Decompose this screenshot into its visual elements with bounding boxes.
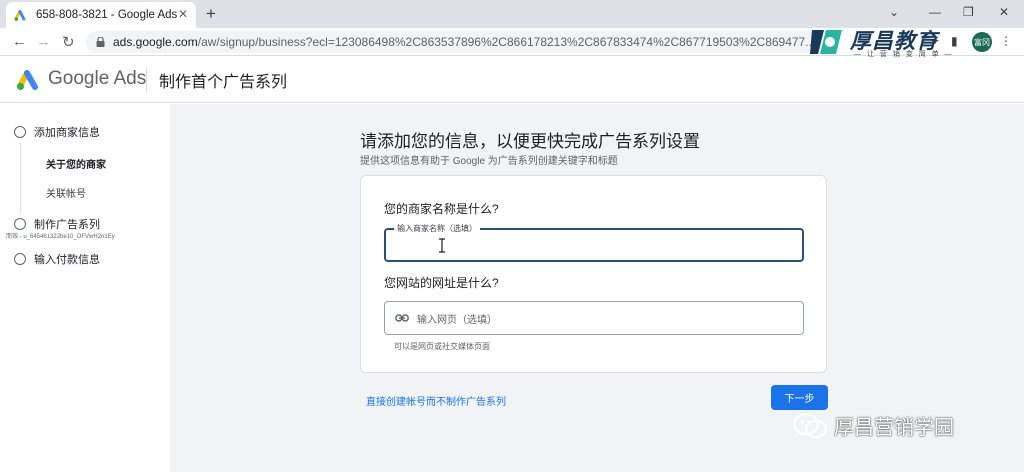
menu-icon[interactable]: ⋮	[1000, 34, 1012, 48]
brand-name: Google Ads	[48, 68, 147, 89]
chevron-down-icon[interactable]: ⌄	[889, 5, 899, 19]
step-circle-icon	[14, 126, 26, 138]
new-tab-icon[interactable]: +	[206, 4, 216, 24]
url-field[interactable]: ads.google.com /aw/signup/business?ecl=1…	[86, 31, 826, 53]
header-divider	[146, 67, 147, 93]
google-ads-favicon-icon	[14, 10, 26, 21]
reload-icon[interactable]: ↻	[62, 33, 75, 51]
lock-icon	[96, 37, 105, 47]
sidebar-step-payment[interactable]: 输入付款信息	[14, 251, 100, 267]
main-subtitle: 提供这项信息有助于 Google 为广告系列创建关键字和标题	[360, 156, 618, 167]
browser-tab[interactable]: 658-808-3821 - Google Ads ✕	[6, 2, 196, 28]
minimize-icon[interactable]: —	[929, 5, 941, 19]
tab-title: 658-808-3821 - Google Ads	[36, 9, 178, 21]
business-name-input[interactable]: 输入商家名称（选填）	[384, 223, 804, 262]
google-ads-logo-icon	[17, 70, 38, 90]
main-title: 请添加您的信息，以便更快完成广告系列设置	[360, 132, 700, 151]
page-title: 制作首个广告系列	[159, 74, 288, 91]
watermark-bottom: 厚昌营销学园	[792, 411, 954, 440]
watermark-bottom-text: 厚昌营销学园	[834, 417, 954, 439]
website-url-placeholder: 输入网页（选填）	[417, 314, 497, 326]
watermark-logo: 厚昌教育 — 让 营 销 变 简 单 —	[808, 26, 988, 60]
step-connector	[20, 143, 21, 213]
sidebar-step-business-info[interactable]: 添加商家信息	[14, 124, 100, 140]
step-label: 添加商家信息	[34, 127, 100, 139]
close-window-icon[interactable]: ✕	[999, 5, 1009, 19]
sidebar-step-create-campaign[interactable]: 制作广告系列	[14, 216, 100, 232]
text-cursor-icon	[439, 238, 445, 253]
next-button[interactable]: 下一步	[771, 385, 828, 410]
account-id-text: 而效 - u_645461322be10_OFVwH2n1Ey	[6, 234, 115, 240]
website-url-input[interactable]: 输入网页（选填）	[384, 301, 804, 335]
app-header: Google Ads 制作首个广告系列	[0, 57, 1024, 103]
step-label: 制作广告系列	[34, 219, 100, 231]
url-host: ads.google.com	[113, 35, 198, 49]
skip-campaign-link[interactable]: 直接创建帐号而不制作广告系列	[366, 393, 506, 408]
website-help-text: 可以是网页或社交媒体页面	[394, 342, 490, 351]
business-name-question: 您的商家名称是什么?	[384, 202, 499, 216]
link-icon	[395, 314, 409, 322]
forward-icon[interactable]: →	[36, 33, 51, 50]
restore-icon[interactable]: ❐	[963, 5, 974, 19]
step-circle-icon	[14, 253, 26, 265]
watermark-logo-icon	[810, 30, 842, 54]
step-circle-icon	[14, 218, 26, 230]
sidebar-substep-about-business[interactable]: 关于您的商家	[46, 156, 106, 171]
step-label: 输入付款信息	[34, 254, 100, 266]
business-info-card: 您的商家名称是什么? 输入商家名称（选填） 您网站的网址是什么? 输入网页（选填…	[360, 175, 827, 373]
sidebar-substep-link-accounts[interactable]: 关联帐号	[46, 185, 86, 200]
url-path: /aw/signup/business?ecl=123086498%2C8635…	[197, 35, 816, 49]
wechat-icon	[793, 412, 827, 438]
business-name-floating-label: 输入商家名称（选填）	[394, 223, 480, 234]
tab-close-icon[interactable]: ✕	[178, 7, 188, 21]
back-icon[interactable]: ←	[12, 33, 27, 50]
browser-tab-bar: 658-808-3821 - Google Ads ✕ + ⌄ — ❐ ✕	[0, 0, 1024, 28]
website-question: 您网站的网址是什么?	[384, 276, 499, 290]
